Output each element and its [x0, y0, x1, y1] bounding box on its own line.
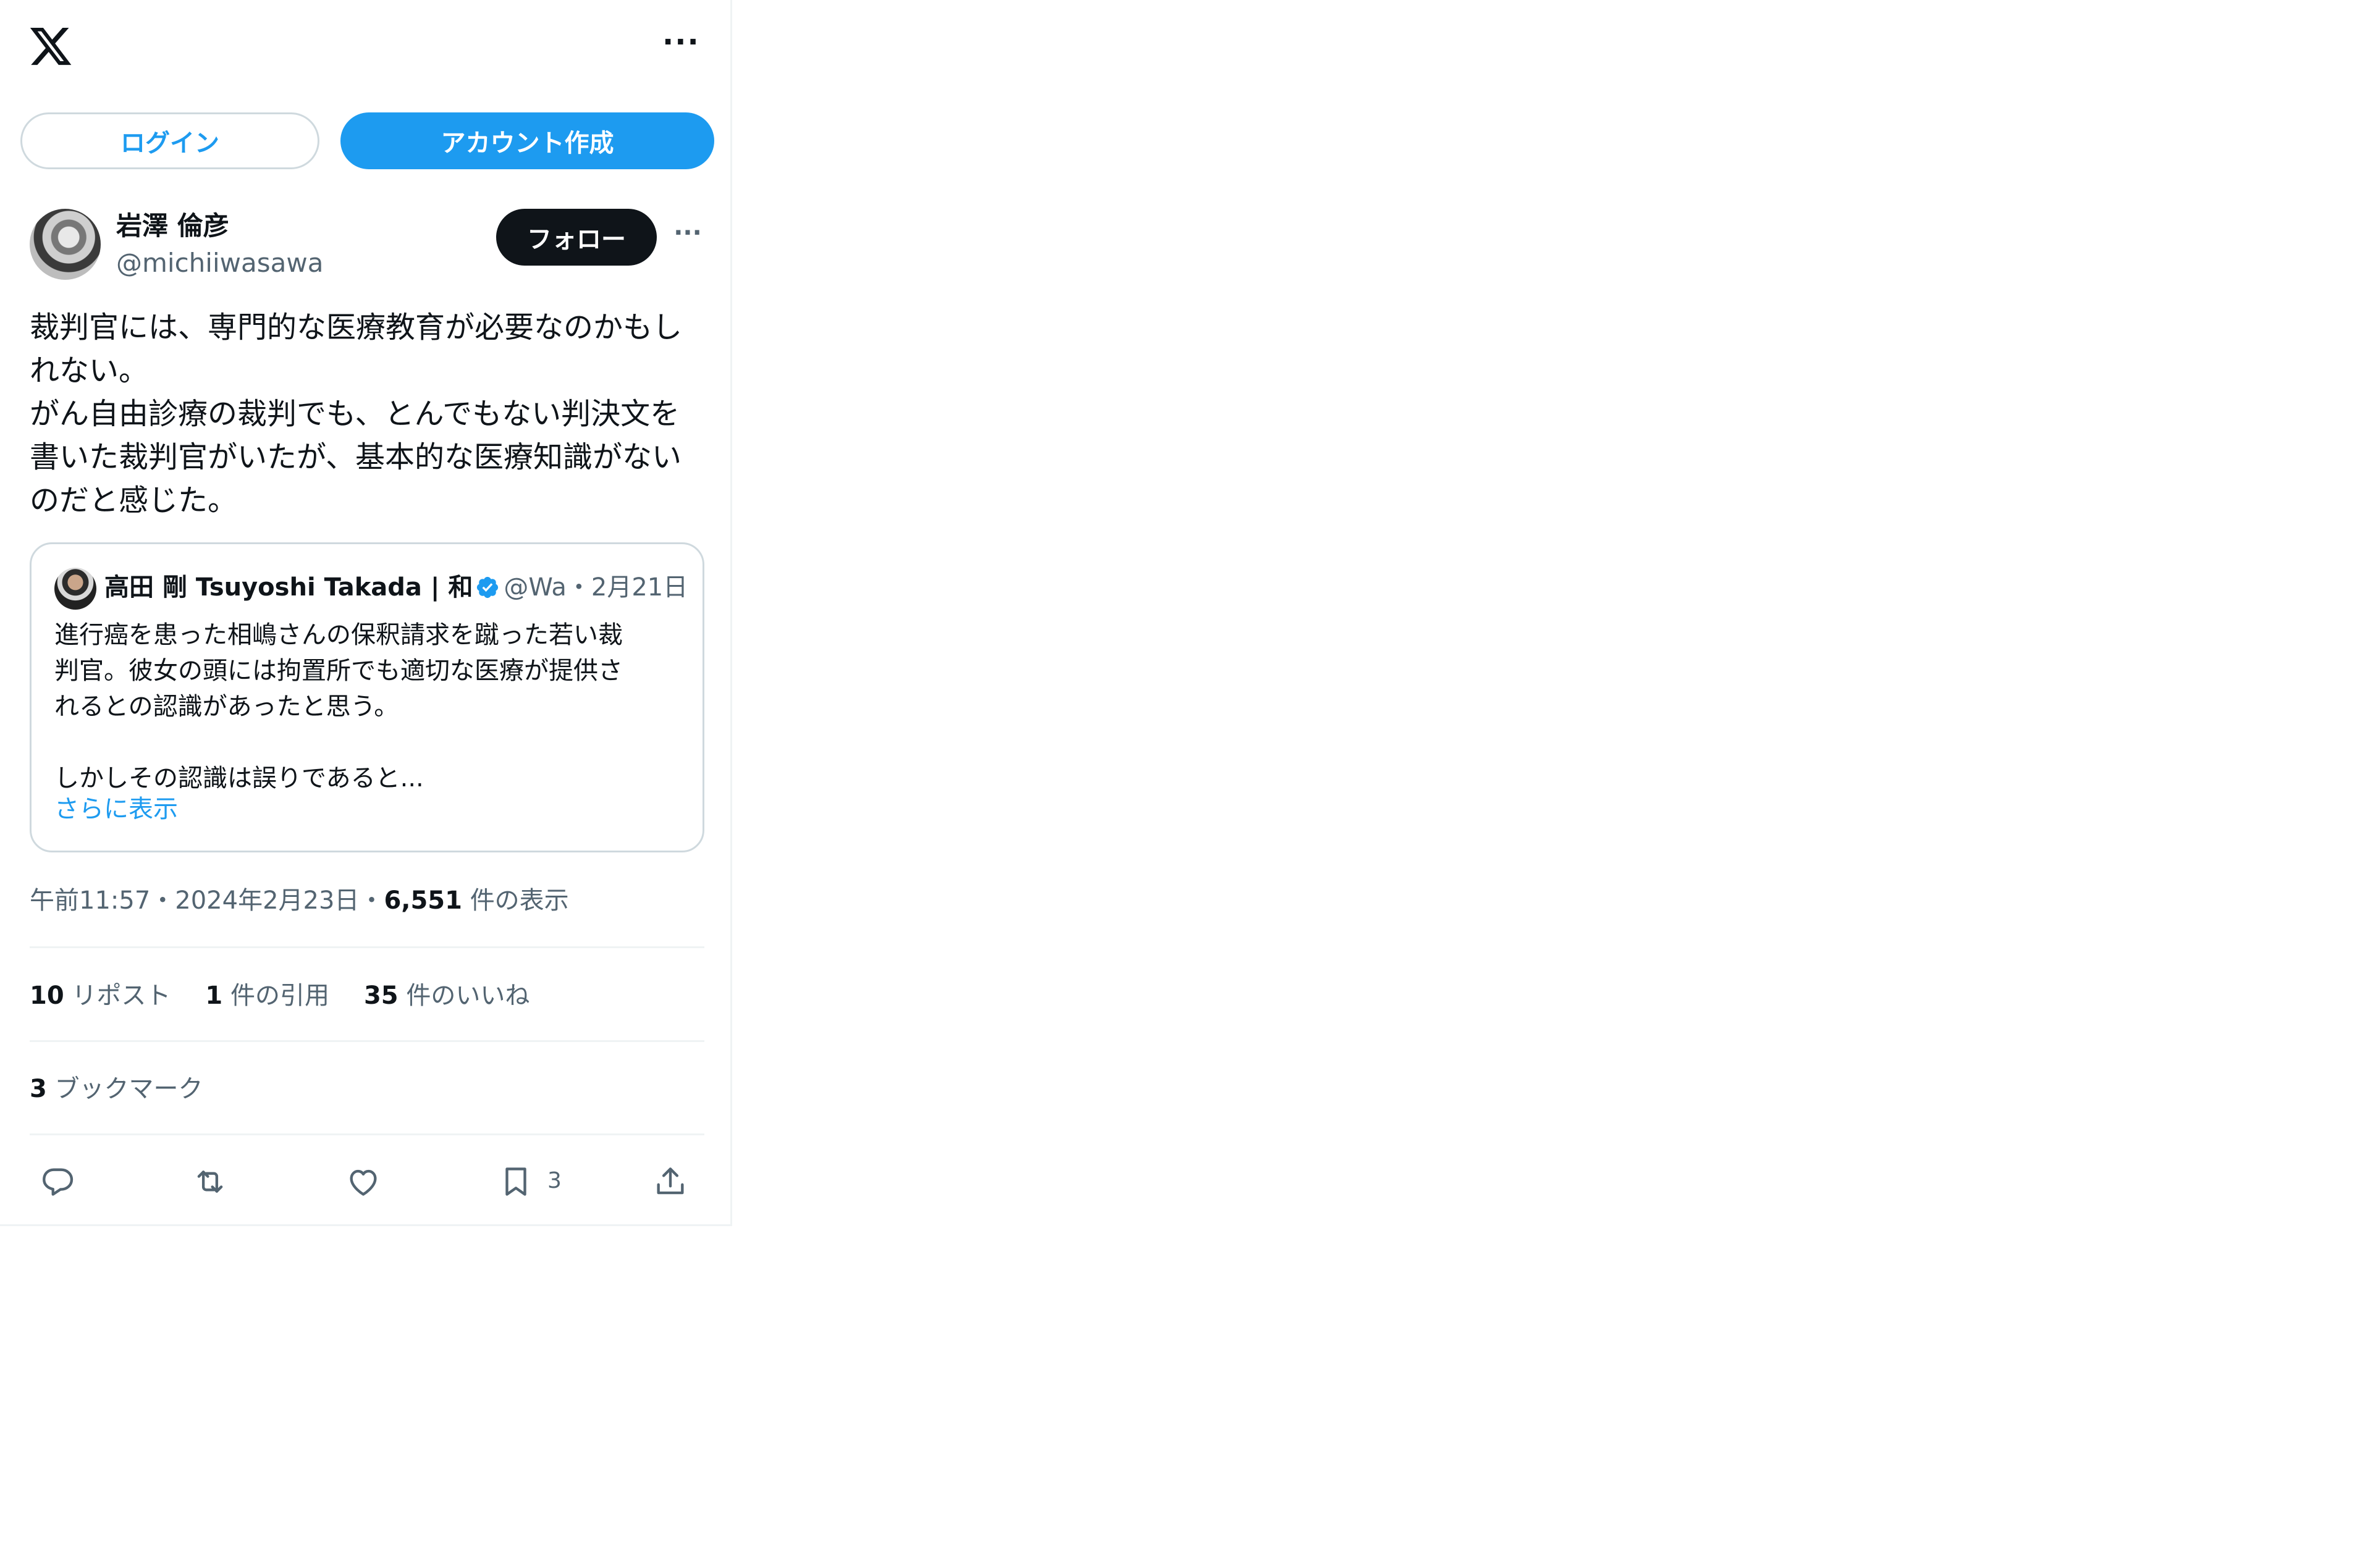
likes-stat[interactable]: 35 件のいいね — [364, 982, 530, 1010]
quote-separator: ・ — [566, 573, 591, 602]
quote-avatar[interactable] — [54, 568, 96, 610]
post-date[interactable]: 2024年2月23日 — [175, 886, 359, 915]
quote-header: 高田 剛 Tsuyoshi Takada | 和 @Wa・2月21日 — [104, 569, 691, 606]
engagement-stats: 10 リポスト 1 件の引用 35 件のいいね — [30, 977, 564, 1014]
share-icon[interactable] — [649, 1160, 692, 1203]
post-more-icon[interactable]: ··· — [672, 221, 703, 248]
quotes-label: 件の引用 — [230, 982, 329, 1010]
views-count: 6,551 — [384, 886, 462, 915]
reposts-stat[interactable]: 10 リポスト — [30, 982, 171, 1010]
post-timestamp: 午前11:57・2024年2月23日・6,551 件の表示 — [30, 882, 569, 919]
tweet-panel: ··· ログイン アカウント作成 岩澤 倫彦 @michiiwasawa フォロ… — [0, 0, 732, 1226]
quotes-stat[interactable]: 1 件の引用 — [205, 982, 329, 1010]
views-label: 件の表示 — [470, 886, 569, 915]
quotes-count: 1 — [205, 982, 223, 1010]
bookmark-count: 3 — [547, 1168, 562, 1193]
bookmarks-label: ブックマーク — [54, 1075, 203, 1103]
verified-badge-icon — [475, 573, 500, 599]
bookmarks-count: 3 — [30, 1075, 47, 1103]
follow-button[interactable]: フォロー — [496, 209, 657, 266]
avatar[interactable] — [30, 209, 101, 280]
divider — [30, 1040, 704, 1042]
like-icon[interactable] — [342, 1160, 385, 1203]
reposts-label: リポスト — [72, 982, 171, 1010]
dot-separator: ・ — [359, 886, 384, 915]
quote-author-name[interactable]: 高田 剛 Tsuyoshi Takada | 和 — [104, 573, 473, 602]
post-time[interactable]: 午前11:57 — [30, 886, 150, 915]
reply-icon[interactable] — [36, 1160, 79, 1203]
create-account-button[interactable]: アカウント作成 — [340, 112, 714, 169]
bookmarks-stat: 3 ブックマーク — [30, 1070, 203, 1108]
author-name[interactable]: 岩澤 倫彦 — [116, 209, 229, 243]
quote-handle[interactable]: @Wa — [504, 573, 567, 602]
quote-date[interactable]: 2月21日 — [591, 573, 688, 602]
dot-separator: ・ — [150, 886, 175, 915]
reposts-count: 10 — [30, 982, 64, 1010]
repost-icon[interactable] — [188, 1160, 232, 1203]
more-icon[interactable]: ··· — [662, 27, 699, 61]
bookmark-icon[interactable] — [494, 1160, 538, 1203]
likes-count: 35 — [363, 982, 399, 1010]
divider — [30, 946, 704, 948]
divider — [30, 1133, 704, 1135]
likes-label: 件のいいね — [406, 982, 530, 1010]
quote-text: 進行癌を患った相嶋さんの保釈請求を蹴った若い裁 判官。彼女の頭には拘置所でも適切… — [54, 621, 623, 793]
author-handle[interactable]: @michiiwasawa — [116, 246, 323, 280]
show-more-link[interactable]: さらに表示 — [54, 791, 178, 827]
quoted-post[interactable]: 高田 剛 Tsuyoshi Takada | 和 @Wa・2月21日 進行癌を患っ… — [30, 542, 704, 852]
post-text: 裁判官には、専門的な医療教育が必要なのかもし れない。 がん自由診療の裁判でも、… — [30, 310, 683, 518]
login-button[interactable]: ログイン — [20, 112, 319, 169]
x-logo-icon[interactable] — [26, 23, 75, 69]
